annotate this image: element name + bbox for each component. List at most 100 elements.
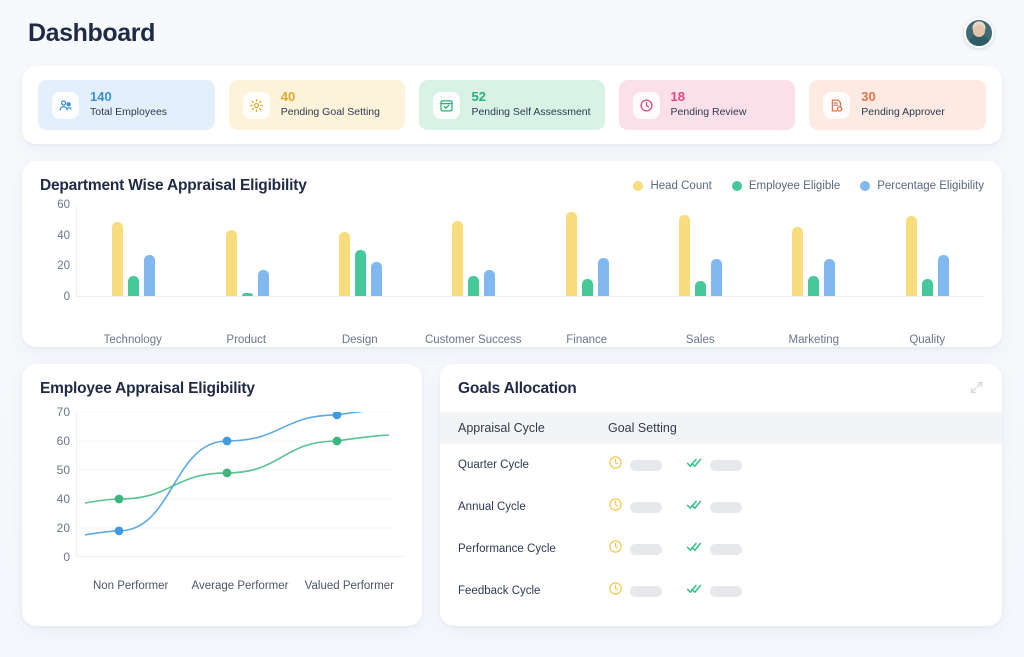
bar-chart-plot: 0 20 40 60 [40,199,984,327]
table-row[interactable]: Performance Cycle [440,528,1002,570]
x-tick-label: Finance [566,334,608,346]
stats-panel: 140 Total Employees 40 Pending Goal Sett… [22,66,1002,144]
data-point[interactable] [332,412,342,420]
x-tick-label: Sales [685,334,715,346]
bar[interactable] [452,220,464,296]
legend-label: Head Count [650,180,712,192]
clock-icon [608,497,623,517]
status-placeholder [630,585,662,597]
clock-icon [632,91,660,119]
bar[interactable] [241,292,253,296]
table-row[interactable]: Annual Cycle [440,486,1002,528]
appraisal-cycle-status[interactable] [608,581,686,601]
bar[interactable] [905,216,917,296]
appraisal-cycle-status[interactable] [608,455,686,475]
bar[interactable] [354,250,366,296]
bar-chart-y-axis: 0 20 40 60 [40,199,70,303]
stat-value: 30 [861,89,876,105]
bar[interactable] [128,276,140,296]
bar[interactable] [792,227,804,296]
bar[interactable] [808,276,820,296]
bar[interactable] [484,269,496,296]
bar[interactable] [112,222,124,296]
bar-group[interactable] [905,205,949,296]
stat-card-pending-goal-setting[interactable]: 40 Pending Goal Setting [228,80,406,130]
goals-table-header: Appraisal Cycle Goal Setting [440,412,1002,444]
appraisal-cycle-status[interactable] [608,497,686,517]
bar[interactable] [565,211,577,296]
clock-icon [608,581,623,601]
dashboard-page: Dashboard 140 Total Employees 40 Pending… [0,0,1024,657]
cycle-name: Annual Cycle [458,501,526,513]
double-check-icon [686,581,703,601]
legend-item-percentage-eligibility[interactable]: Percentage Eligibility [860,180,984,192]
y-tick-label: 60 [57,199,70,211]
bar[interactable] [937,254,949,296]
x-tick-label: Non Performer [92,580,169,592]
legend-swatch [860,181,871,191]
bar-chart-x-labels: Technology Product Design Customer Success F… [76,334,984,346]
stat-card-pending-self-assessment[interactable]: 52 Pending Self Assessment [419,80,605,130]
y-tick-label: 20 [57,260,70,273]
line-chart-x-labels: Non Performer Average Performer Valued Per… [76,580,404,592]
bar[interactable] [370,262,382,296]
employee-eligibility-chart-card: Employee Appraisal Eligibility 0 20 40 50 60… [22,364,422,626]
bar[interactable] [711,259,723,296]
bar[interactable] [144,254,156,296]
bar[interactable] [468,276,480,296]
stat-card-pending-review[interactable]: 18 Pending Review [618,80,796,130]
goal-setting-status[interactable] [686,581,764,601]
data-point[interactable] [114,526,124,536]
line-chart-svg [77,412,393,557]
goal-setting-status[interactable] [686,539,764,559]
legend-item-employee-eligible[interactable]: Employee Eligible [731,180,840,192]
bar[interactable] [581,279,593,296]
line-chart-plot: 0 20 40 50 60 70 [40,405,404,570]
bar-group[interactable] [792,205,836,296]
expand-icon[interactable] [969,380,984,400]
table-row[interactable]: Quarter Cycle [440,444,1002,486]
line-series [84,434,390,504]
bar[interactable] [824,259,836,296]
stat-value: 18 [670,89,686,105]
bar-group[interactable] [452,205,496,296]
table-row[interactable]: Feedback Cycle [440,570,1002,612]
data-point[interactable] [332,436,342,446]
status-placeholder [710,459,742,471]
bar[interactable] [695,280,707,296]
bar[interactable] [338,231,350,296]
appraisal-cycle-status[interactable] [608,539,686,559]
data-point[interactable] [222,436,232,446]
data-point[interactable] [114,494,124,504]
clock-icon [608,455,623,475]
bar-group[interactable] [112,205,156,296]
goals-title: Goals Allocation [458,380,577,397]
stat-value: 52 [471,89,486,105]
double-check-icon [686,455,703,475]
stat-card-total-employees[interactable]: 140 Total Employees [38,80,215,130]
bar[interactable] [257,269,269,296]
legend-item-head-count[interactable]: Head Count [633,180,712,192]
avatar[interactable] [964,18,994,48]
bar-group[interactable] [565,205,609,296]
page-title: Dashboard [28,18,155,47]
data-point[interactable] [222,468,232,478]
bar-group[interactable] [679,205,723,296]
status-placeholder [630,543,662,555]
bottom-row: Employee Appraisal Eligibility 0 20 40 50 60… [22,364,1002,626]
cycle-name: Quarter Cycle [458,459,529,471]
bar-group[interactable] [338,205,382,296]
legend-label: Percentage Eligibility [877,180,984,192]
x-tick-label: Average Performer [191,580,289,592]
bar[interactable] [679,214,691,296]
x-tick-label: Customer Success [424,334,522,346]
goal-setting-status[interactable] [686,497,764,517]
bar[interactable] [921,279,933,296]
stat-card-pending-approver[interactable]: 30 Pending Approver [809,80,987,130]
x-tick-label: Technology [103,334,162,346]
bar[interactable] [225,230,237,296]
goal-setting-status[interactable] [686,455,764,475]
bar-group[interactable] [225,205,269,296]
bar[interactable] [597,257,609,296]
status-placeholder [710,501,742,513]
